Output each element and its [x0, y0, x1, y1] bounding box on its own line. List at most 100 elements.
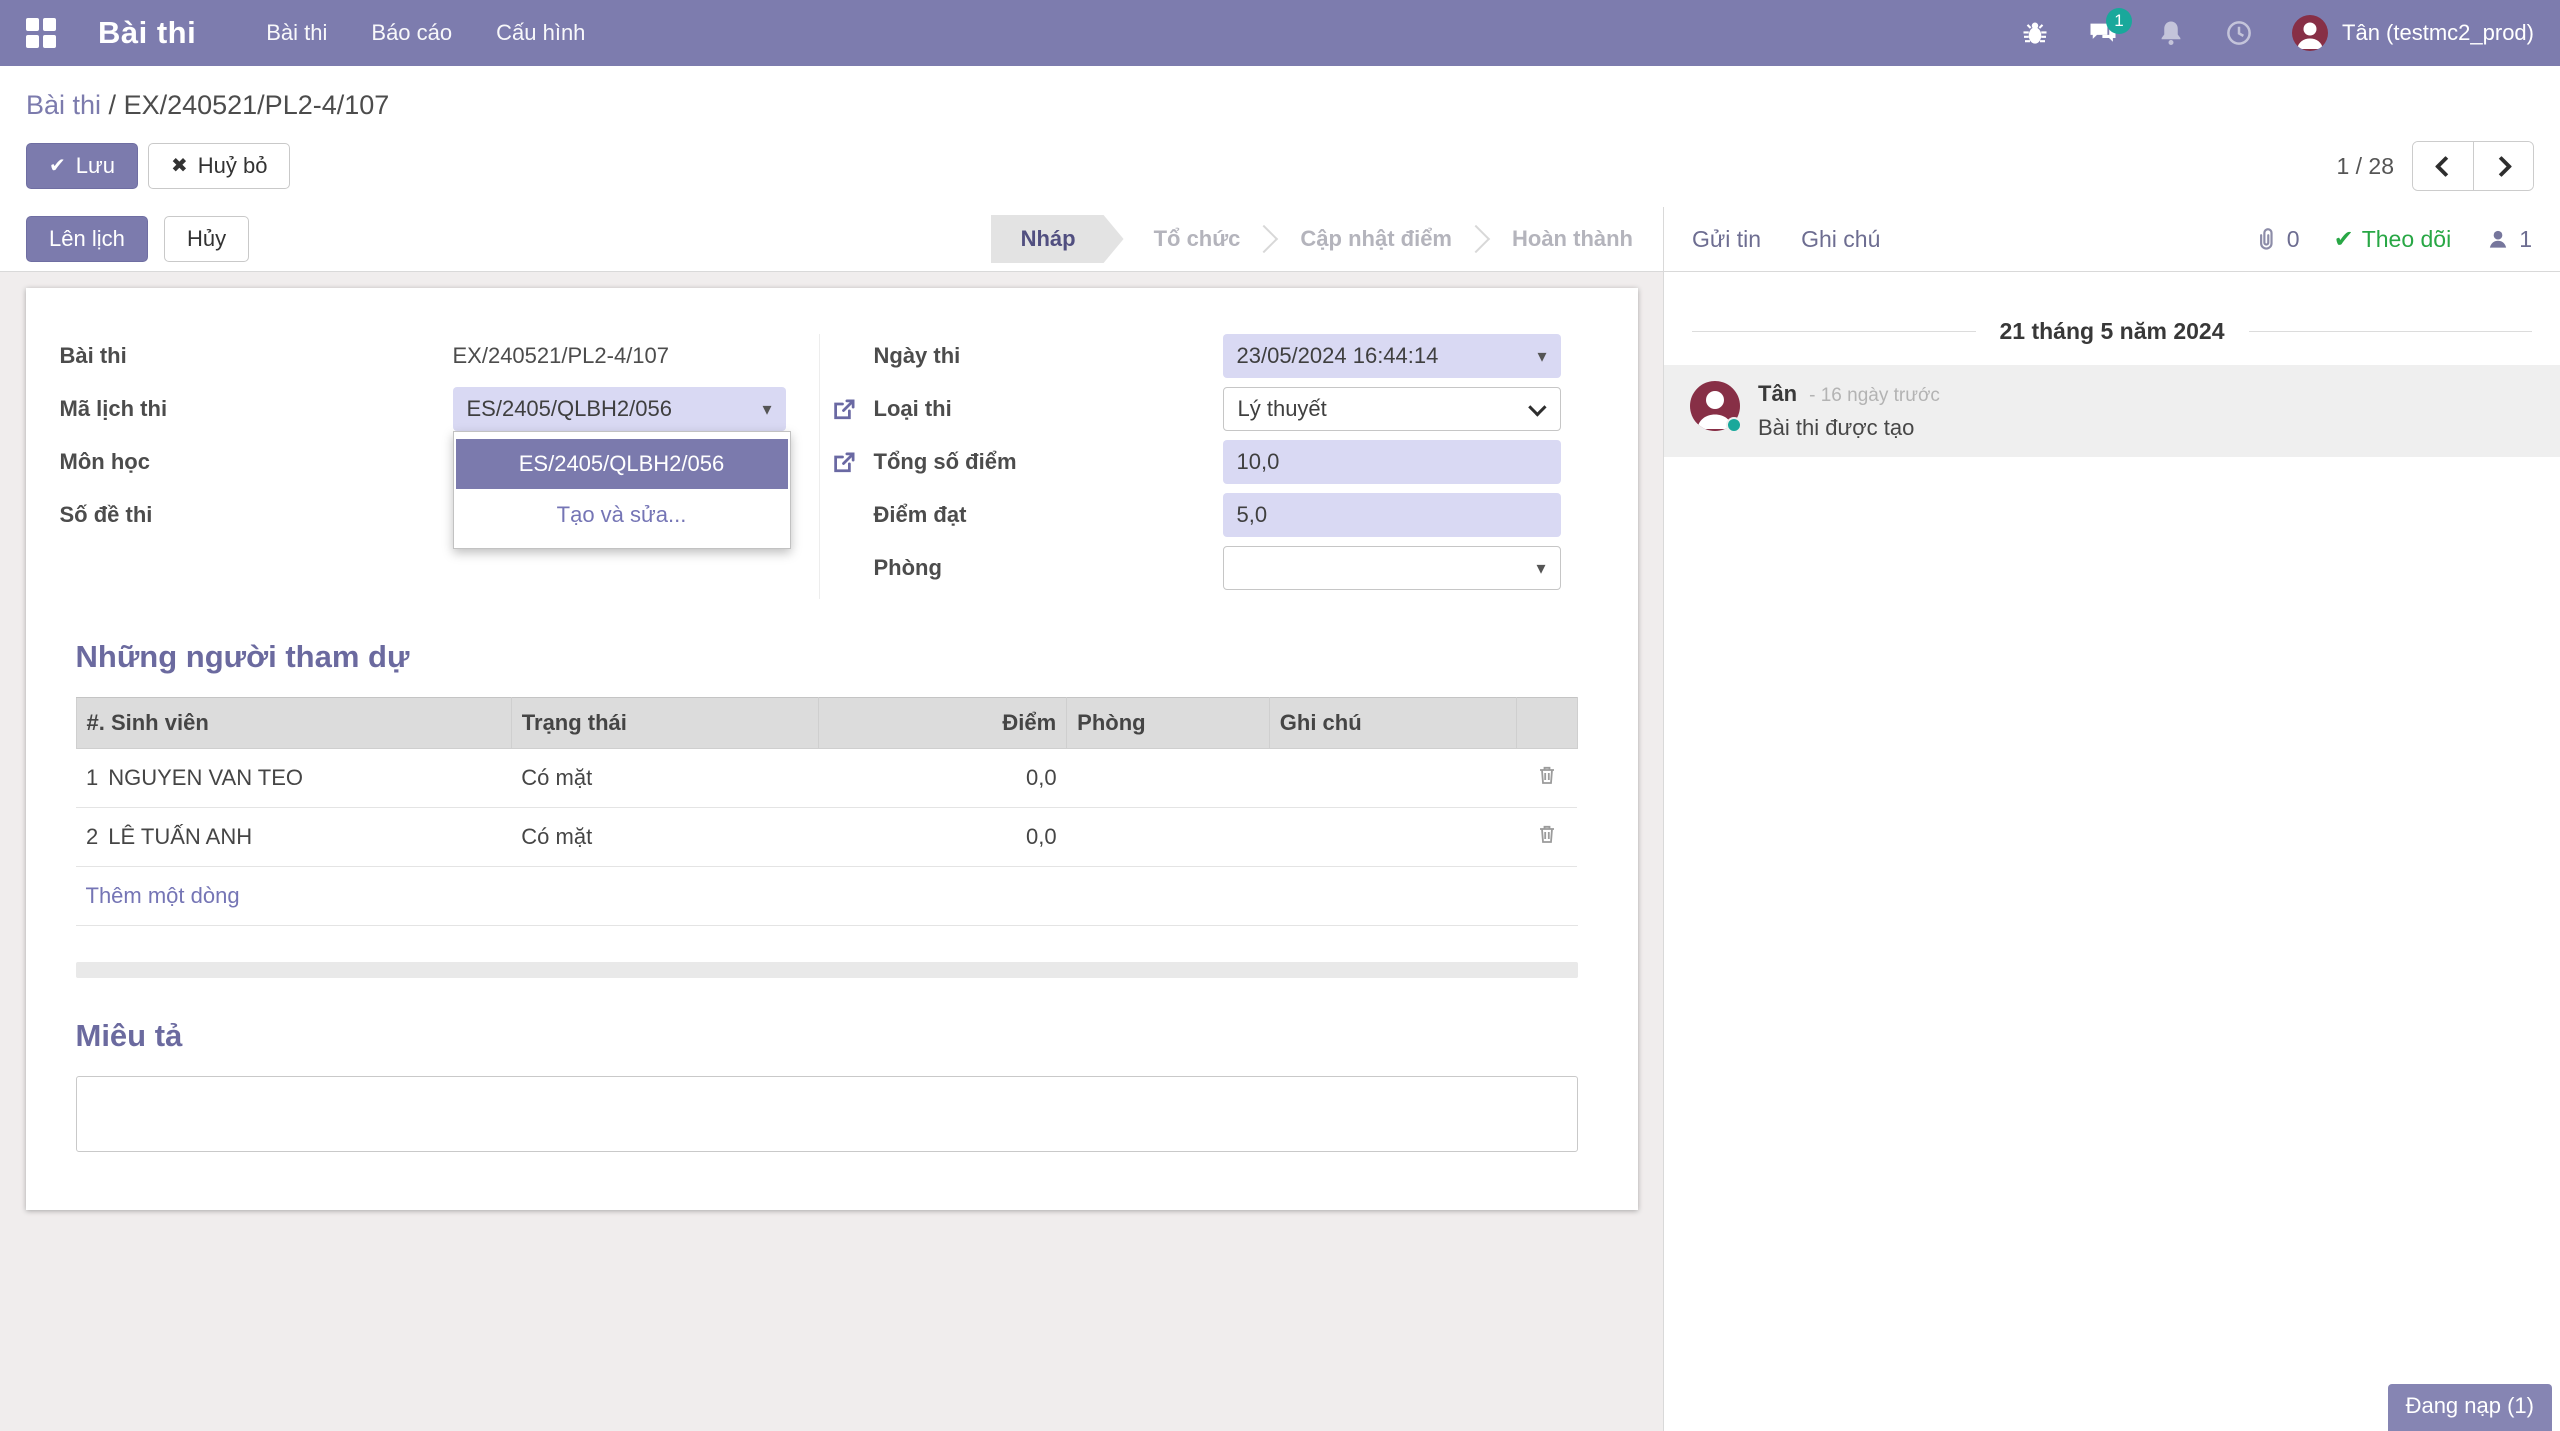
add-row-link[interactable]: Thêm một dòng [76, 867, 1578, 926]
external-link-icon[interactable] [830, 394, 860, 424]
message-author-avatar[interactable] [1690, 381, 1740, 431]
follower-person-icon [2485, 226, 2511, 252]
menu-bao-cao[interactable]: Báo cáo [371, 20, 452, 46]
field-label-tong-so-diem: Tổng số điểm [828, 449, 1223, 475]
loading-badge: Đang nạp (1) [2388, 1384, 2552, 1431]
activity-clock-icon[interactable] [2224, 18, 2254, 48]
breadcrumb-parent[interactable]: Bài thi [26, 90, 101, 120]
user-name: Tân (testmc2_prod) [2342, 20, 2534, 46]
field-label-loai-thi: Loại thi [828, 396, 1223, 422]
delete-row-button[interactable] [1535, 763, 1559, 787]
exam-type-select[interactable]: Lý thuyết [1223, 387, 1561, 431]
breadcrumb-current: EX/240521/PL2-4/107 [124, 90, 390, 120]
discard-button[interactable]: ✖ Huỷ bỏ [148, 143, 290, 189]
log-note-button[interactable]: Ghi chú [1801, 226, 1880, 253]
score-cell: 0,0 [819, 749, 1067, 808]
cancel-button[interactable]: Hủy [164, 216, 249, 262]
menu-cau-hinh[interactable]: Cấu hình [496, 20, 585, 46]
column-header-phong[interactable]: Phòng [1067, 698, 1270, 749]
score-cell: 0,0 [819, 808, 1067, 867]
caret-down-icon: ▾ [1536, 558, 1545, 579]
attendee-row[interactable]: 1NGUYEN VAN TEO Có mặt 0,0 [76, 749, 1577, 808]
breadcrumb: Bài thi / EX/240521/PL2-4/107 [26, 90, 2534, 121]
chatter-column: 21 tháng 5 năm 2024 Tân - 16 ngày trước … [1663, 272, 2560, 1431]
attendees-section-title: Những người tham dự [76, 639, 1578, 675]
apps-grid-icon[interactable] [26, 18, 56, 48]
field-label-so-de-thi: Số đề thi [60, 502, 453, 528]
schedule-code-dropdown: ES/2405/QLBH2/056 Tạo và sửa... [453, 431, 791, 549]
state-action-buttons: Lên lịch Hủy [26, 216, 249, 262]
status-step-nhap[interactable]: Nháp [991, 215, 1124, 263]
dropdown-create-edit-option[interactable]: Tạo và sửa... [454, 489, 790, 541]
paperclip-icon [2253, 226, 2279, 252]
follow-button[interactable]: ✔ Theo dõi [2334, 225, 2452, 254]
check-icon: ✔ [2334, 225, 2354, 254]
trash-icon [1535, 822, 1559, 846]
room-input[interactable]: ▾ [1223, 546, 1561, 590]
description-textarea[interactable] [76, 1076, 1578, 1152]
column-header-ghi-chu[interactable]: Ghi chú [1269, 698, 1517, 749]
pager: 1 / 28 [2336, 141, 2534, 191]
message-body: Bài thi được tạo [1758, 415, 1940, 441]
user-avatar [2292, 15, 2328, 51]
statusbar: Nháp Tổ chức Cập nhật điểm Hoàn thành [991, 215, 1663, 263]
check-icon: ✔ [49, 156, 66, 176]
field-label-bai-thi: Bài thi [60, 343, 453, 369]
total-score-input[interactable]: 10,0 [1223, 440, 1561, 484]
breadcrumb-separator: / [101, 90, 124, 120]
column-header-diem[interactable]: Điểm [819, 698, 1067, 749]
schedule-code-input[interactable]: ES/2405/QLBH2/056 ▾ [453, 387, 786, 431]
pass-score-input[interactable]: 5,0 [1223, 493, 1561, 537]
main-area: Bài thi EX/240521/PL2-4/107 Mã lịch thi … [0, 272, 2560, 1431]
online-status-dot [1726, 417, 1742, 433]
save-button[interactable]: ✔ Lưu [26, 143, 138, 189]
attendance-status: Có mặt [511, 749, 819, 808]
field-label-diem-dat: Điểm đạt [828, 502, 1223, 528]
chevron-down-icon [1528, 398, 1546, 416]
status-step-cap-nhat-diem[interactable]: Cập nhật điểm [1270, 215, 1482, 263]
trash-icon [1535, 763, 1559, 787]
note-cell [1269, 749, 1517, 808]
column-header-trang-thai[interactable]: Trạng thái [511, 698, 819, 749]
attendance-status: Có mặt [511, 808, 819, 867]
column-header-sinh-vien[interactable]: #. Sinh viên [76, 698, 511, 749]
dropdown-option[interactable]: ES/2405/QLBH2/056 [456, 439, 788, 489]
attendee-row[interactable]: 2LÊ TUẤN ANH Có mặt 0,0 [76, 808, 1577, 867]
schedule-button[interactable]: Lên lịch [26, 216, 148, 262]
navbar-right: 1 Tân (testmc2_prod) [2020, 15, 2534, 51]
send-message-button[interactable]: Gửi tin [1692, 226, 1761, 253]
bell-icon[interactable] [2156, 18, 2186, 48]
student-name: LÊ TUẤN ANH [108, 824, 252, 849]
messages-icon[interactable]: 1 [2088, 18, 2118, 48]
status-step-hoan-thanh[interactable]: Hoàn thành [1482, 215, 1663, 263]
followers-button[interactable]: 1 [2485, 226, 2532, 253]
x-icon: ✖ [171, 156, 188, 176]
chevron-right-icon [2490, 155, 2511, 176]
attendees-table: #. Sinh viên Trạng thái Điểm Phòng Ghi c… [76, 697, 1578, 867]
form-view-column: Bài thi EX/240521/PL2-4/107 Mã lịch thi … [0, 272, 1663, 1431]
menu-bai-thi[interactable]: Bài thi [266, 20, 327, 46]
attachments-button[interactable]: 0 [2253, 226, 2300, 253]
bug-icon[interactable] [2020, 18, 2050, 48]
message-author[interactable]: Tân [1758, 381, 1797, 407]
status-step-to-chuc[interactable]: Tổ chức [1124, 215, 1271, 263]
control-panel: Bài thi / EX/240521/PL2-4/107 ✔ Lưu ✖ Hu… [0, 66, 2560, 207]
chatter-header: Gửi tin Ghi chú 0 ✔ Theo dõi 1 [1663, 207, 2560, 271]
room-cell [1067, 808, 1270, 867]
chatter-message: Tân - 16 ngày trước Bài thi được tạo [1664, 365, 2560, 457]
app-title[interactable]: Bài thi [98, 15, 196, 51]
column-header-actions [1517, 698, 1577, 749]
external-link-icon[interactable] [830, 447, 860, 477]
delete-row-button[interactable] [1535, 822, 1559, 846]
room-cell [1067, 749, 1270, 808]
note-cell [1269, 808, 1517, 867]
pager-previous-button[interactable] [2413, 142, 2473, 190]
date-divider: 21 tháng 5 năm 2024 [1692, 318, 2532, 345]
field-label-ma-lich-thi: Mã lịch thi [60, 396, 453, 422]
description-section-title: Miêu tả [76, 1018, 1578, 1054]
exam-date-input[interactable]: 23/05/2024 16:44:14 ▾ [1223, 334, 1561, 378]
horizontal-scrollbar[interactable] [76, 962, 1578, 978]
user-menu[interactable]: Tân (testmc2_prod) [2292, 15, 2534, 51]
pager-next-button[interactable] [2473, 142, 2533, 190]
exam-name-value: EX/240521/PL2-4/107 [453, 343, 670, 369]
